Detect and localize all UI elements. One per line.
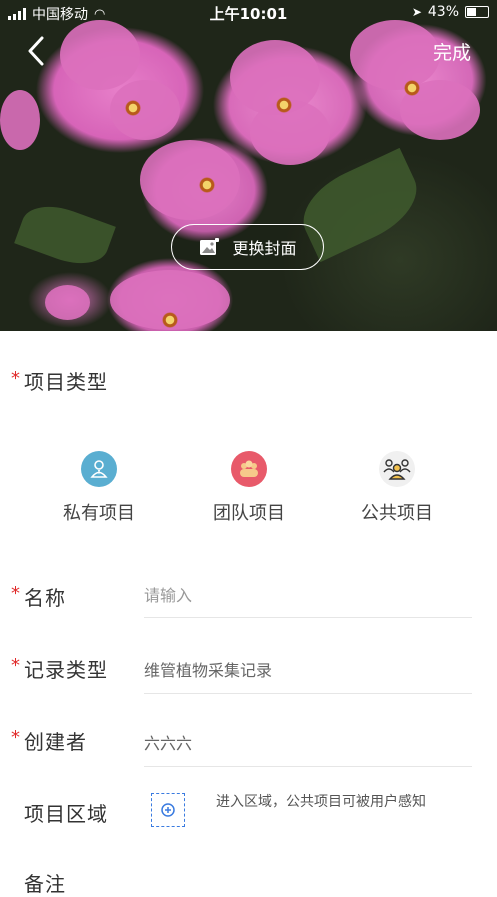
petal-shape	[0, 90, 40, 150]
petal-shape	[110, 80, 180, 140]
petal-shape	[45, 285, 90, 320]
project-type-label-private: 私有项目	[63, 503, 135, 524]
battery-icon	[465, 6, 489, 18]
record-type-label: 记录类型	[24, 658, 108, 682]
project-type-private[interactable]: 私有项目	[44, 451, 154, 525]
petal-shape	[350, 20, 440, 90]
required-mark: *	[11, 655, 20, 676]
leaf-shape	[14, 196, 116, 274]
add-area-button[interactable]	[151, 793, 185, 827]
change-cover-button[interactable]: 更换封面	[171, 224, 324, 270]
creator-label: 创建者	[24, 730, 87, 754]
done-button[interactable]: 完成	[433, 38, 471, 65]
status-bar: 中国移动 ◠ 上午10:01 ➤ 43%	[0, 0, 497, 24]
project-type-label-public: 公共项目	[361, 503, 433, 524]
flower-center	[404, 80, 420, 96]
team-icon	[231, 451, 267, 487]
required-mark: *	[11, 368, 20, 389]
flower-center	[276, 97, 292, 113]
record-type-select[interactable]: 维管植物采集记录	[144, 657, 472, 694]
back-button[interactable]	[22, 34, 52, 68]
required-mark: *	[11, 583, 20, 604]
flower-center	[199, 177, 215, 193]
private-user-icon	[81, 451, 117, 487]
flower-center	[125, 100, 141, 116]
required-mark: *	[11, 727, 20, 748]
project-type-public[interactable]: 公共项目	[342, 451, 452, 525]
chevron-left-icon	[28, 36, 44, 66]
name-label: 名称	[24, 586, 66, 610]
name-input[interactable]	[144, 586, 472, 618]
public-group-icon	[379, 451, 415, 487]
battery-percent: 43%	[427, 4, 459, 20]
status-right: ➤ 43%	[412, 4, 489, 20]
project-type-label-team: 团队项目	[213, 503, 285, 524]
location-icon: ➤	[411, 5, 422, 19]
image-icon	[200, 238, 220, 255]
flower-center	[162, 312, 178, 328]
creator-value: 六六六	[144, 730, 472, 767]
petal-shape	[60, 20, 140, 90]
petal-shape	[140, 140, 240, 220]
project-area-label: 项目区域	[24, 802, 108, 826]
project-type-label: 项目类型	[24, 370, 108, 394]
change-cover-label: 更换封面	[232, 239, 297, 258]
project-area-hint: 进入区域，公共项目可被用户感知	[216, 794, 426, 810]
project-type-team[interactable]: 团队项目	[194, 451, 304, 525]
cover-image: 中国移动 ◠ 上午10:01 ➤ 43% 完成 更换封面	[0, 0, 497, 331]
plus-circle-icon	[161, 803, 175, 817]
